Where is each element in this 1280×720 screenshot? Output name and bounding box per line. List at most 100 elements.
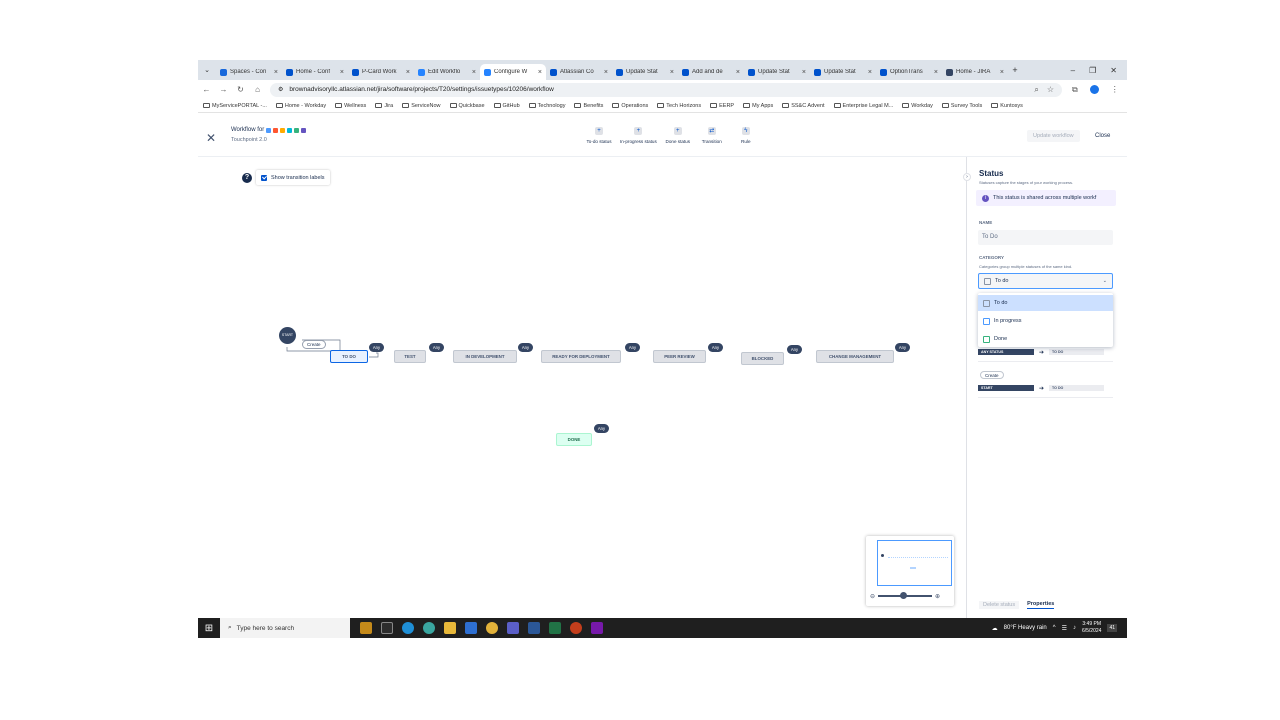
any-transition-pill[interactable]: Any bbox=[787, 345, 802, 354]
edge-icon[interactable] bbox=[402, 622, 414, 634]
excel-icon[interactable] bbox=[549, 622, 561, 634]
tab-close-icon[interactable]: × bbox=[934, 69, 938, 76]
browser-tab[interactable]: Edit Workflo × bbox=[414, 64, 480, 80]
zoom-slider-thumb[interactable] bbox=[900, 592, 908, 599]
any-transition-pill[interactable]: Any bbox=[708, 343, 723, 352]
bookmark-item[interactable]: Benefits bbox=[574, 103, 603, 109]
category-option-todo[interactable]: To do bbox=[978, 295, 1113, 311]
minimize-icon[interactable]: – bbox=[1071, 66, 1075, 75]
onenote-icon[interactable] bbox=[591, 622, 603, 634]
any-transition-pill[interactable]: Any bbox=[895, 343, 910, 352]
category-option-in-progress[interactable]: In progress bbox=[978, 313, 1113, 329]
teams-icon[interactable] bbox=[507, 622, 519, 634]
browser-tab[interactable]: P-Card Work × bbox=[348, 64, 414, 80]
network-icon[interactable]: ☰ bbox=[1062, 625, 1067, 632]
category-select[interactable]: To do ⌄ bbox=[978, 273, 1113, 289]
site-info-icon[interactable]: ⚙ bbox=[278, 86, 283, 93]
task-view-icon[interactable] bbox=[381, 622, 393, 634]
close-editor-icon[interactable]: ✕ bbox=[206, 131, 216, 145]
extensions-icon[interactable]: ⧉ bbox=[1072, 85, 1078, 95]
status-node[interactable]: TEST bbox=[394, 350, 426, 363]
bookmark-item[interactable]: GitHub bbox=[493, 103, 520, 109]
bookmark-star-icon[interactable]: ☆ bbox=[1047, 85, 1054, 95]
browser-tab[interactable]: Atlassian Co × bbox=[546, 64, 612, 80]
browser-tab[interactable]: Update Stat × bbox=[810, 64, 876, 80]
bookmark-item[interactable]: Workday bbox=[902, 103, 933, 109]
bookmark-item[interactable]: EERP bbox=[710, 103, 734, 109]
tab-close-icon[interactable]: × bbox=[1000, 69, 1004, 76]
taskbar-search-box[interactable]: ⌕ Type here to search bbox=[220, 618, 350, 638]
bookmark-item[interactable]: Enterprise Legal M... bbox=[833, 103, 893, 109]
any-transition-pill[interactable]: Any bbox=[518, 343, 533, 352]
edge-dev-icon[interactable] bbox=[423, 622, 435, 634]
toolbar-tool[interactable]: + In-progress status bbox=[620, 127, 657, 144]
browser-tab[interactable]: OptionTrans × bbox=[876, 64, 942, 80]
word-icon[interactable] bbox=[528, 622, 540, 634]
bookmark-item[interactable]: SS&C Advent bbox=[782, 103, 825, 109]
bookmark-item[interactable]: Quickbase bbox=[449, 103, 485, 109]
minimap-viewport[interactable] bbox=[877, 540, 952, 586]
zoom-out-icon[interactable]: ⊖ bbox=[870, 593, 875, 600]
status-node[interactable]: BLOCKED bbox=[741, 352, 784, 365]
bookmark-item[interactable]: Home - Workday bbox=[275, 103, 326, 109]
minimap[interactable]: ⊖ ⊕ bbox=[866, 536, 954, 606]
restore-icon[interactable]: ❐ bbox=[1089, 66, 1096, 75]
transition-row[interactable]: ANY STATUS ➔ TO DO bbox=[978, 347, 1113, 357]
briefcase-icon[interactable] bbox=[360, 622, 372, 634]
status-node-done[interactable]: DONE bbox=[556, 433, 592, 446]
browser-tab[interactable]: Add and de × bbox=[678, 64, 744, 80]
tab-close-icon[interactable]: × bbox=[802, 69, 806, 76]
any-transition-pill[interactable]: Any bbox=[429, 343, 444, 352]
any-transition-pill[interactable]: Any bbox=[369, 343, 384, 352]
toolbar-tool[interactable]: ⇄ Transition bbox=[699, 127, 725, 144]
profile-avatar[interactable] bbox=[1089, 84, 1099, 94]
status-name-field[interactable]: To Do bbox=[978, 230, 1113, 245]
tab-close-icon[interactable]: × bbox=[274, 69, 278, 76]
bookmark-item[interactable]: My Apps bbox=[743, 103, 773, 109]
tab-close-icon[interactable]: × bbox=[472, 69, 476, 76]
bookmark-item[interactable]: ServiceNow bbox=[402, 103, 441, 109]
file-explorer-icon[interactable] bbox=[444, 622, 456, 634]
windows-start-icon[interactable]: ⊞ bbox=[198, 623, 220, 634]
transition-row[interactable]: START ➔ TO DO bbox=[978, 383, 1113, 393]
status-node[interactable]: READY FOR DEPLOYMENT bbox=[541, 350, 621, 363]
bookmark-item[interactable]: Technology bbox=[528, 103, 565, 109]
bookmark-item[interactable]: Survey Tools bbox=[941, 103, 982, 109]
status-node[interactable]: IN DEVELOPMENT bbox=[453, 350, 517, 363]
bookmark-item[interactable]: Tech Horizons bbox=[657, 103, 701, 109]
create-transition-tag[interactable]: Create bbox=[980, 371, 1004, 379]
tab-close-icon[interactable]: × bbox=[340, 69, 344, 76]
toolbar-tool[interactable]: + Done status bbox=[665, 127, 691, 144]
workflow-canvas[interactable]: ? Show transition labels START Create TO… bbox=[198, 157, 966, 618]
status-node[interactable]: TO DO bbox=[330, 350, 368, 363]
tab-close-icon[interactable]: × bbox=[736, 69, 740, 76]
browser-tab[interactable]: Spaces - Con × bbox=[216, 64, 282, 80]
any-transition-pill[interactable]: Any bbox=[625, 343, 640, 352]
forward-icon[interactable]: → bbox=[215, 85, 232, 94]
toolbar-tool[interactable]: + To-do status bbox=[586, 127, 612, 144]
start-node[interactable]: START bbox=[279, 327, 296, 344]
tab-close-icon[interactable]: × bbox=[868, 69, 872, 76]
zoom-icon[interactable]: ⌕ bbox=[1034, 85, 1038, 95]
browser-menu-icon[interactable]: ⋮ bbox=[1111, 85, 1119, 95]
category-option-done[interactable]: Done bbox=[978, 331, 1113, 347]
close-button[interactable]: Close bbox=[1095, 130, 1110, 142]
home-icon[interactable]: ⌂ bbox=[249, 85, 266, 94]
zoom-slider[interactable] bbox=[878, 592, 933, 599]
bookmark-item[interactable]: Kuntosys bbox=[991, 103, 1023, 109]
volume-icon[interactable]: ♪ bbox=[1073, 625, 1076, 631]
collapse-panel-icon[interactable]: › bbox=[963, 173, 971, 181]
zoom-in-icon[interactable]: ⊕ bbox=[935, 593, 940, 600]
url-field[interactable]: ⚙ brownadvisoryllc.atlassian.net/jira/so… bbox=[270, 82, 1062, 97]
powerpoint-icon[interactable] bbox=[570, 622, 582, 634]
notifications-icon[interactable]: 41 bbox=[1107, 624, 1117, 632]
toolbar-tool[interactable]: ϟ Rule bbox=[733, 127, 759, 144]
weather-icon[interactable]: ☁ bbox=[992, 625, 998, 632]
chrome-icon[interactable] bbox=[486, 622, 498, 634]
update-workflow-button[interactable]: Update workflow bbox=[1027, 130, 1080, 142]
status-node[interactable]: PEER REVIEW bbox=[653, 350, 706, 363]
new-tab-button[interactable]: + bbox=[1008, 65, 1022, 75]
tab-close-icon[interactable]: × bbox=[670, 69, 674, 76]
tray-chevron-icon[interactable]: ^ bbox=[1053, 625, 1056, 631]
browser-tab[interactable]: Update Stat × bbox=[612, 64, 678, 80]
